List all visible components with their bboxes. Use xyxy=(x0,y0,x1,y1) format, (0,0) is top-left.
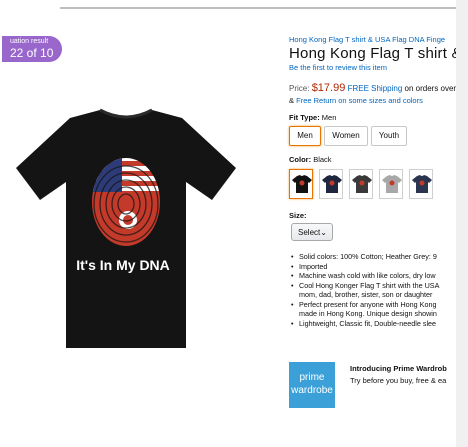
evaluation-badge-count: 22 of 10 xyxy=(10,46,54,60)
prime-wardrobe-title: Introducing Prime Wardrob xyxy=(350,364,447,373)
prime-wardrobe-logo-line1: prime xyxy=(299,372,325,383)
fit-option-youth[interactable]: Youth xyxy=(371,126,407,146)
feature-bullet: • Lightweight, Classic fit, Double-needle… xyxy=(291,318,437,328)
color-heading: Color: xyxy=(289,155,312,164)
price-amount: $17.99 xyxy=(311,82,346,94)
evaluation-badge: uation result 22 of 10 xyxy=(2,36,62,62)
fit-type-value: Men xyxy=(321,113,337,122)
fit-option-women[interactable]: Women xyxy=(324,126,368,146)
color-swatch-heather-grey[interactable] xyxy=(379,169,403,199)
fit-type-heading: Fit Type: xyxy=(289,113,320,122)
product-image-caption: It's In My DNA xyxy=(76,257,170,273)
feature-bullet: • Imported xyxy=(291,261,328,271)
feature-bullet-continuation: made in Hong Kong. Unique design showin xyxy=(299,309,437,318)
free-shipping-link[interactable]: FREE Shipping xyxy=(348,84,403,93)
free-return-link[interactable]: Free Return on some sizes and colors xyxy=(296,96,423,105)
color-swatch-black[interactable] xyxy=(289,169,313,199)
feature-bullets: • Solid colors: 100% Cotton; Heather Grey… xyxy=(290,252,456,328)
product-image[interactable]: It's In My DNA xyxy=(8,108,240,354)
price-row: Price: $17.99 FREE Shipping on orders ov… xyxy=(289,82,456,94)
color-swatch-dark-grey[interactable] xyxy=(349,169,373,199)
breadcrumb-link[interactable]: Hong Kong Flag T shirt & USA Flag DNA Fi… xyxy=(289,35,456,44)
return-prefix: & xyxy=(289,96,295,105)
color-value: Black xyxy=(313,155,332,164)
size-select-value: Select xyxy=(298,228,321,237)
feature-bullet-continuation: mom, dad, brother, sister, son or daught… xyxy=(299,290,433,299)
prime-wardrobe-logo[interactable]: prime wardrobe xyxy=(289,362,335,408)
fit-option-men[interactable]: Men xyxy=(289,126,321,146)
color-swatch-navy[interactable] xyxy=(319,169,343,199)
shipping-condition: on orders over xyxy=(404,84,456,93)
fit-type-label: Fit Type: Men xyxy=(289,113,336,122)
price-label: Price: xyxy=(289,84,310,93)
prime-wardrobe-logo-line2: wardrobe xyxy=(291,385,333,396)
vertical-scrollbar[interactable] xyxy=(456,0,468,447)
return-row: & Free Return on some sizes and colors xyxy=(289,96,456,105)
evaluation-badge-label: uation result xyxy=(10,38,49,45)
size-label: Size: xyxy=(289,211,307,220)
color-swatch-slate[interactable] xyxy=(409,169,433,199)
review-link[interactable]: Be the first to review this item xyxy=(289,63,456,72)
feature-bullet: • Solid colors: 100% Cotton; Heather Grey… xyxy=(291,252,437,261)
size-select[interactable]: Select ⌄ xyxy=(291,223,333,241)
prime-wardrobe-description: Try before you buy, free & ea xyxy=(350,376,447,385)
color-label: Color: Black xyxy=(289,155,332,164)
feature-bullet: • Perfect present for anyone with Hong Ko… xyxy=(291,299,437,309)
product-title: Hong Kong Flag T shirt & US xyxy=(289,45,456,62)
feature-bullet: • Machine wash cold with like colors, dry… xyxy=(291,271,436,280)
chevron-down-icon: ⌄ xyxy=(320,228,327,237)
top-divider xyxy=(60,7,456,9)
feature-bullet: • Cool Hong Konger Flag T shirt with the … xyxy=(291,280,440,290)
product-page: uation result 22 of 10 It's In My DNA Ho… xyxy=(0,0,456,447)
